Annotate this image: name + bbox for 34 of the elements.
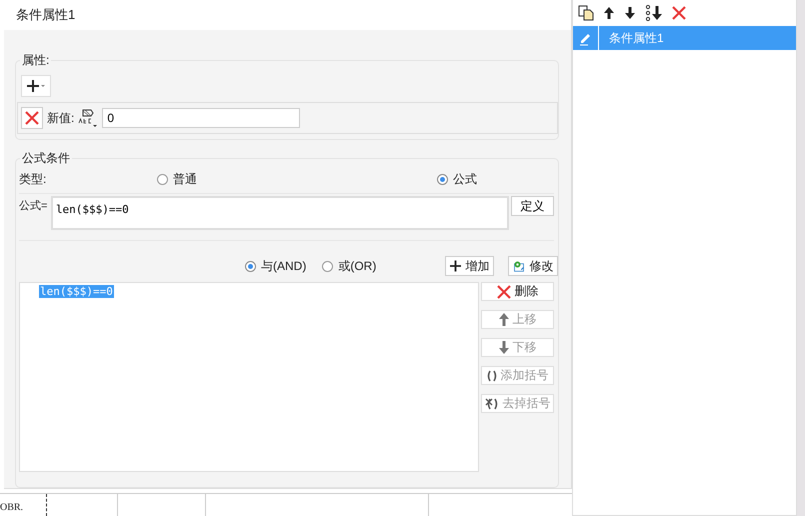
formula-field[interactable]: len($$$)==0 (50, 196, 510, 230)
remove-parentheses-icon (484, 398, 498, 410)
radio-button[interactable]: 普通 (157, 170, 197, 188)
sheet-cell: OBR. (0, 494, 47, 516)
down-arrow-icon[interactable] (624, 6, 636, 20)
up-arrow-icon[interactable] (603, 6, 615, 20)
delete-icon[interactable] (672, 6, 686, 20)
down-arrow-icon (498, 341, 508, 354)
modify-button[interactable]: 修改 (508, 256, 558, 276)
delete-button[interactable]: 删除 (481, 282, 554, 301)
value-label: 新值: (47, 110, 74, 126)
value-field[interactable]: 0 (102, 108, 300, 128)
radio-button[interactable]: 或(OR) (322, 258, 376, 274)
plus-icon (450, 260, 462, 272)
up-arrow-icon (498, 313, 508, 326)
copy-icon[interactable] (578, 5, 594, 21)
text-type-icon[interactable] (78, 108, 98, 128)
group-label: 公式条件 (20, 150, 72, 167)
parentheses-icon (486, 370, 496, 382)
group-label: 属性: (20, 52, 52, 69)
radio-button[interactable]: 公式 (437, 170, 477, 188)
define-button[interactable]: 定义 (511, 196, 554, 216)
item-label: 条件属性1 (608, 30, 664, 46)
add-dropdown-button[interactable] (21, 75, 51, 97)
type-label: 类型: (19, 170, 48, 188)
dialog-title: 条件属性1 (16, 6, 76, 24)
delete-icon (25, 111, 39, 125)
delete-icon (496, 284, 510, 298)
add-button[interactable]: 增加 (445, 256, 494, 276)
remove-button[interactable] (21, 107, 43, 129)
formula-label: 公式= (19, 199, 48, 214)
plus-caret-icon (26, 79, 46, 93)
move-to-bottom-icon[interactable] (645, 5, 663, 21)
radio-button[interactable]: 与(AND) (245, 258, 306, 274)
